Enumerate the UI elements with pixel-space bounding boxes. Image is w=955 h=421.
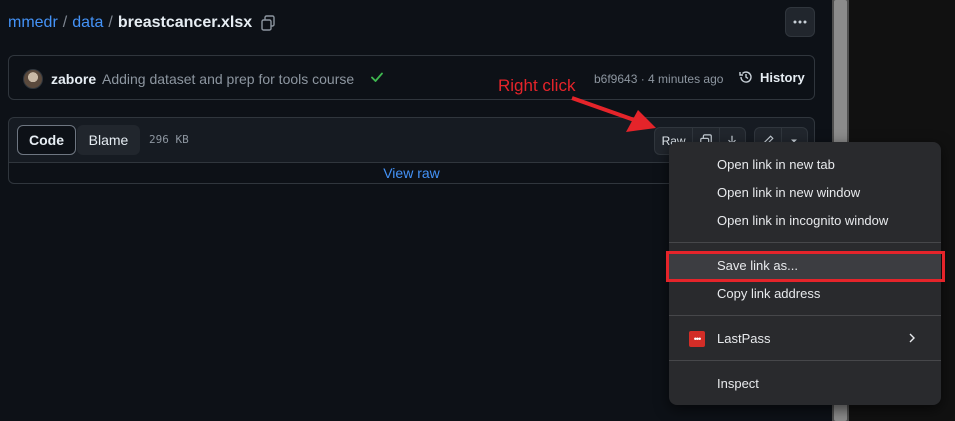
history-button[interactable]: History xyxy=(738,69,805,85)
chevron-right-icon xyxy=(908,326,916,352)
avatar[interactable] xyxy=(23,69,43,89)
menu-divider xyxy=(669,315,941,316)
menu-item-open-new-window[interactable]: Open link in new window xyxy=(669,180,941,206)
breadcrumb-separator: / xyxy=(62,14,68,31)
view-raw-link[interactable]: View raw xyxy=(383,165,440,181)
more-options-button[interactable] xyxy=(785,7,815,37)
copy-path-icon[interactable] xyxy=(260,15,276,31)
menu-item-open-new-tab[interactable]: Open link in new tab xyxy=(669,152,941,178)
breadcrumb-file-name: breastcancer.xlsx xyxy=(117,14,253,31)
check-icon[interactable] xyxy=(370,70,384,84)
tab-blame[interactable]: Blame xyxy=(77,125,140,155)
file-size: 296 KB xyxy=(149,133,189,146)
menu-item-copy-link-address[interactable]: Copy link address xyxy=(669,281,941,307)
commit-message[interactable]: Adding dataset and prep for tools course xyxy=(102,71,354,87)
commit-author[interactable]: zabore xyxy=(51,71,96,87)
menu-divider xyxy=(669,242,941,243)
breadcrumb: mmedr / data / breastcancer.xlsx xyxy=(8,12,276,34)
menu-divider xyxy=(669,360,941,361)
lastpass-icon: ••• xyxy=(689,331,705,347)
menu-item-inspect[interactable]: Inspect xyxy=(669,371,941,397)
commit-hash-time[interactable]: b6f9643 · 4 minutes ago xyxy=(594,72,723,86)
menu-item-lastpass[interactable]: ••• LastPass xyxy=(669,326,941,352)
menu-item-lastpass-label: LastPass xyxy=(717,331,771,346)
history-label: History xyxy=(760,69,805,85)
annotation-arrow-icon xyxy=(571,96,656,132)
kebab-horizontal-icon xyxy=(793,20,807,24)
menu-item-open-incognito[interactable]: Open link in incognito window xyxy=(669,208,941,234)
tab-code[interactable]: Code xyxy=(17,125,76,155)
breadcrumb-owner-link[interactable]: mmedr xyxy=(8,14,58,32)
history-icon xyxy=(739,71,752,83)
highlight-box xyxy=(666,251,945,282)
latest-commit-bar: zabore Adding dataset and prep for tools… xyxy=(8,55,815,100)
breadcrumb-folder-link[interactable]: data xyxy=(72,14,103,32)
breadcrumb-separator: / xyxy=(108,14,113,31)
